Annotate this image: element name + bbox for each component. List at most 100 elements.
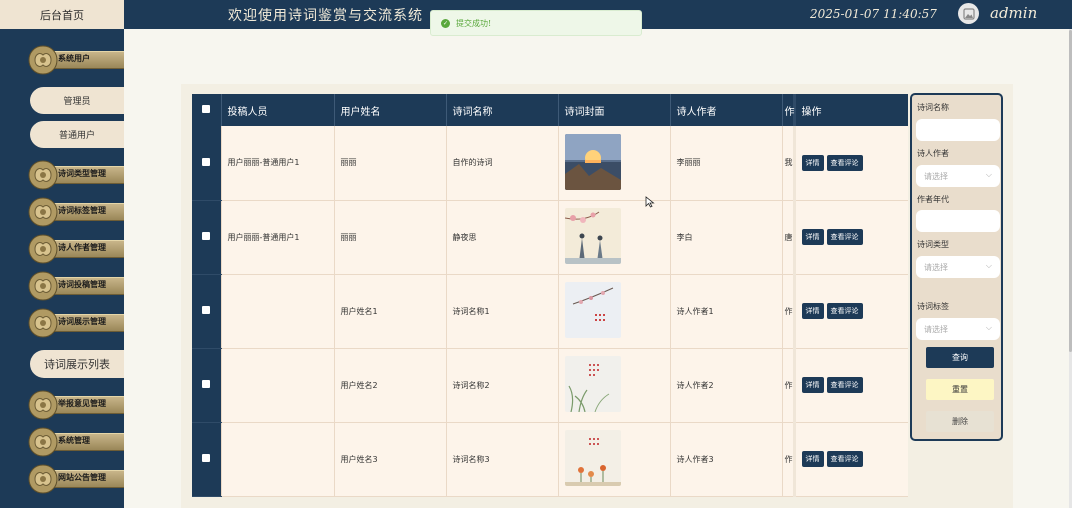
sidebar-item-poet-authors[interactable]: 诗人作者管理: [28, 234, 124, 264]
home-button[interactable]: 后台首页: [0, 0, 124, 29]
ornament-icon: [28, 308, 58, 338]
toast-message: 提交成功!: [456, 18, 492, 28]
cell-author: 诗人作者1: [670, 274, 783, 349]
cell-actions: 详情 查看评论: [792, 348, 908, 423]
col-actions: 操作: [792, 94, 908, 126]
sidebar-item-label: 系统管理: [58, 435, 90, 445]
table-header: 投稿人员 用户姓名 诗词名称 诗词封面 诗人作者 作 操作: [192, 94, 908, 126]
cell-cover: [558, 274, 671, 349]
row-checkbox[interactable]: [192, 348, 222, 423]
poem-table: 投稿人员 用户姓名 诗词名称 诗词封面 诗人作者 作 操作 用户丽丽-普通用户1…: [192, 94, 908, 508]
app-title: 欢迎使用诗词鉴赏与交流系统: [228, 8, 423, 24]
chevron-down-icon: ⌵: [985, 170, 992, 179]
sidebar-item-label: 诗词展示管理: [58, 316, 106, 326]
check-circle-icon: ✓: [441, 18, 450, 28]
cell-submitter: 用户丽丽-普通用户1: [221, 200, 335, 275]
view-comments-button[interactable]: 查看评论: [826, 377, 863, 393]
table-row: 用户姓名3 诗词名称3 诗人作者3 作 详情 查看评论: [192, 422, 908, 497]
success-toast: ✓ 提交成功!: [430, 10, 642, 36]
ornament-icon: [28, 390, 58, 420]
col-submitter: 投稿人员: [221, 94, 335, 126]
cell-truncated: 作: [782, 348, 795, 423]
view-comments-button[interactable]: 查看评论: [826, 229, 863, 245]
cover-image-branch[interactable]: [564, 282, 621, 338]
cell-author: 诗人作者2: [670, 348, 783, 423]
sidebar-item-poem-display[interactable]: 诗词展示管理: [28, 308, 124, 338]
sidebar-item-admin[interactable]: 管理员: [30, 87, 124, 114]
cell-author: 李白: [670, 200, 783, 275]
poem-name-input[interactable]: [916, 119, 1000, 141]
cell-author: 李丽丽: [670, 126, 783, 201]
era-label: 作者年代: [917, 195, 949, 204]
sidebar-item-site-announcements[interactable]: 网站公告管理: [28, 464, 124, 494]
sidebar-item-poem-submissions[interactable]: 诗词投稿管理: [28, 271, 124, 301]
col-poet-author: 诗人作者: [670, 94, 783, 126]
row-checkbox[interactable]: [192, 200, 222, 275]
detail-button[interactable]: 详情: [801, 229, 824, 245]
detail-button[interactable]: 详情: [801, 377, 824, 393]
chevron-down-icon: ⌵: [985, 323, 992, 332]
sidebar-item-normal-users[interactable]: 普通用户: [30, 121, 124, 148]
cell-truncated: 作: [782, 274, 795, 349]
select-all-checkbox[interactable]: [192, 94, 222, 126]
chevron-down-icon: ⌵: [985, 261, 992, 270]
type-select[interactable]: 请选择 ⌵: [916, 256, 1000, 278]
sidebar-item-report-feedback[interactable]: 举报意见管理: [28, 390, 124, 420]
table-row: 用户丽丽-普通用户1 丽丽 自作的诗词 李丽丽 我 详情 查看评论: [192, 126, 908, 201]
cell-submitter: [221, 422, 335, 497]
ornament-icon: [28, 197, 58, 227]
type-label: 诗词类型: [917, 240, 949, 249]
ornament-icon: [28, 464, 58, 494]
detail-button[interactable]: 详情: [801, 303, 824, 319]
sidebar-item-label: 诗词标签管理: [58, 205, 106, 215]
cell-poem-name: 诗词名称3: [446, 422, 559, 497]
sidebar-item-poem-tags[interactable]: 诗词标签管理: [28, 197, 124, 227]
row-checkbox[interactable]: [192, 126, 222, 201]
cell-actions: 详情 查看评论: [792, 422, 908, 497]
cover-image-sunset[interactable]: [564, 133, 621, 190]
view-comments-button[interactable]: 查看评论: [826, 451, 863, 467]
cell-user-name: 用户姓名2: [334, 348, 447, 423]
cover-image-blossom[interactable]: [564, 208, 621, 264]
username[interactable]: admin: [990, 4, 1037, 22]
cell-user-name: 丽丽: [334, 126, 447, 201]
cell-poem-name: 静夜思: [446, 200, 559, 275]
row-checkbox[interactable]: [192, 422, 222, 497]
cover-image-flowers[interactable]: [564, 430, 621, 486]
cell-poem-name: 自作的诗词: [446, 126, 559, 201]
sidebar-item-system-management[interactable]: 系统管理: [28, 427, 124, 457]
reset-button[interactable]: 重置: [926, 379, 994, 400]
table-row: 用户姓名1 诗词名称1 诗人作者1 作 详情 查看评论: [192, 274, 908, 349]
detail-button[interactable]: 详情: [801, 451, 824, 467]
sidebar-item-label: 网站公告管理: [58, 472, 106, 482]
cell-user-name: 用户姓名1: [334, 274, 447, 349]
cell-truncated: 唐: [782, 200, 795, 275]
detail-button[interactable]: 详情: [801, 154, 824, 171]
sidebar-item-poem-types[interactable]: 诗词类型管理: [28, 160, 124, 190]
cell-submitter: [221, 274, 335, 349]
cover-image-grass[interactable]: [564, 356, 621, 413]
sidebar-item-label: 诗人作者管理: [58, 242, 106, 252]
cell-user-name: 丽丽: [334, 200, 447, 275]
era-input[interactable]: [916, 210, 1000, 232]
view-comments-button[interactable]: 查看评论: [826, 303, 863, 319]
author-select[interactable]: 请选择 ⌵: [916, 165, 1000, 187]
delete-button[interactable]: 删除: [926, 411, 994, 432]
cell-truncated: 作: [782, 422, 795, 497]
ornament-icon: [28, 234, 58, 264]
cell-cover: [558, 126, 671, 201]
view-comments-button[interactable]: 查看评论: [826, 154, 863, 171]
sidebar-item-system-users[interactable]: 系统用户: [28, 45, 124, 75]
cell-actions: 详情 查看评论: [792, 274, 908, 349]
query-button[interactable]: 查询: [926, 347, 994, 368]
ornament-icon: [28, 427, 58, 457]
table-row: 用户丽丽-普通用户1 丽丽 静夜思 李白 唐 详情 查看评论: [192, 200, 908, 275]
row-checkbox[interactable]: [192, 274, 222, 349]
cell-submitter: [221, 348, 335, 423]
avatar[interactable]: [958, 3, 979, 24]
tag-select[interactable]: 请选择 ⌵: [916, 318, 1000, 340]
ornament-icon: [28, 271, 58, 301]
sidebar-item-poem-display-list[interactable]: 诗词展示列表: [30, 350, 124, 378]
cell-actions: 详情 查看评论: [792, 126, 908, 201]
cell-poem-name: 诗词名称2: [446, 348, 559, 423]
